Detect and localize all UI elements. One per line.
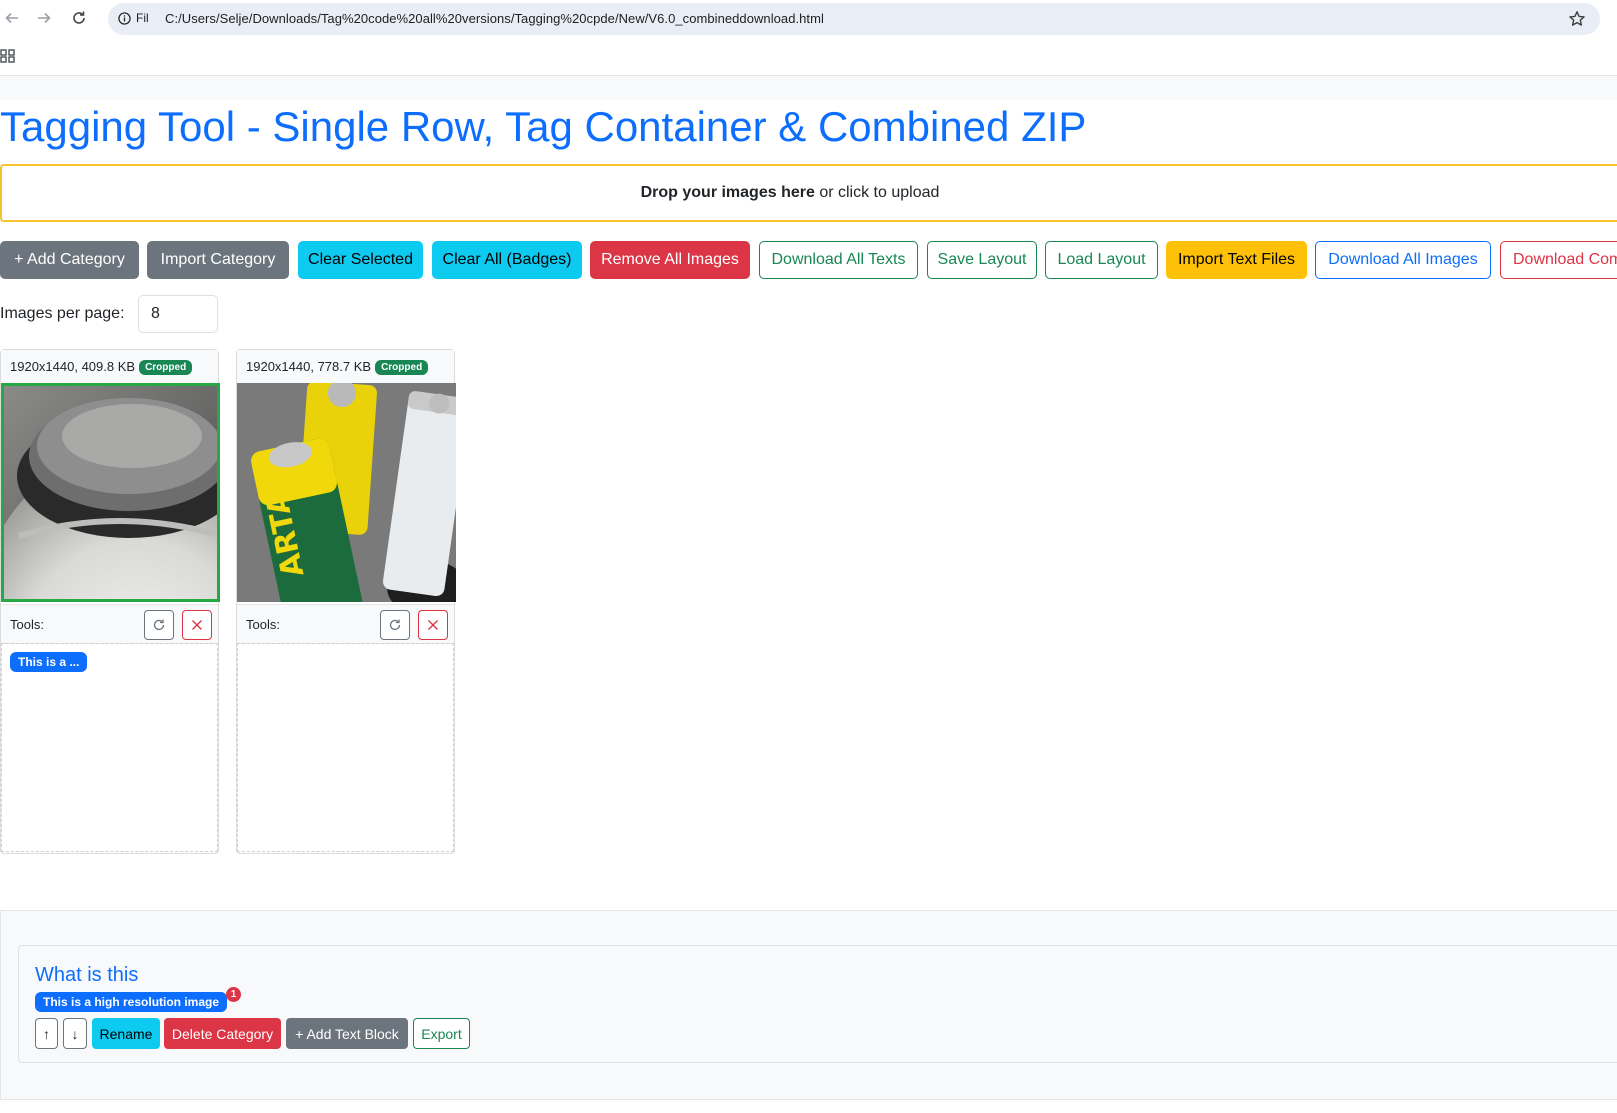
categories-section: What is this This is a high resolution i… bbox=[0, 910, 1617, 1100]
batteries-photo: ARTA bbox=[237, 383, 456, 602]
download-all-texts-button[interactable]: Download All Texts bbox=[759, 241, 918, 279]
save-layout-button[interactable]: Save Layout bbox=[927, 241, 1037, 279]
remove-all-images-button[interactable]: Remove All Images bbox=[590, 241, 750, 279]
bookmark-star-icon[interactable] bbox=[1568, 10, 1586, 28]
image-tag[interactable]: This is a ... bbox=[10, 652, 88, 672]
image-dimensions-size: 1920x1440, 778.7 KB bbox=[246, 359, 372, 374]
image-thumbnail[interactable]: ARTA bbox=[237, 383, 456, 602]
bookmarks-bar bbox=[0, 37, 1617, 76]
reload-button[interactable] bbox=[67, 6, 91, 30]
category-card: What is this This is a high resolution i… bbox=[18, 945, 1617, 1063]
dropzone-rest-text: or click to upload bbox=[814, 184, 940, 201]
tag-usage-count-badge: 1 bbox=[226, 987, 241, 1002]
image-dimensions-size: 1920x1440, 409.8 KB bbox=[10, 359, 136, 374]
reload-icon bbox=[73, 11, 85, 24]
remove-image-button[interactable] bbox=[418, 610, 448, 640]
dropzone-text: Drop your images here or click to upload bbox=[641, 184, 940, 202]
export-category-button[interactable]: Export bbox=[413, 1018, 470, 1049]
category-tag[interactable]: This is a high resolution image bbox=[35, 992, 228, 1012]
image-dropzone[interactable]: Drop your images here or click to upload bbox=[0, 164, 1617, 222]
rename-category-button[interactable]: Rename bbox=[92, 1018, 160, 1049]
close-icon bbox=[192, 620, 202, 630]
cropped-badge: Cropped bbox=[139, 360, 193, 375]
move-down-button[interactable]: ↓ bbox=[63, 1018, 87, 1049]
import-category-button[interactable]: Import Category bbox=[147, 241, 289, 279]
image-card[interactable]: 1920x1440, 778.7 KB Cropped ARTA Tools: bbox=[236, 349, 456, 854]
move-up-button[interactable]: ↑ bbox=[35, 1018, 58, 1049]
add-text-block-button[interactable]: + Add Text Block bbox=[286, 1018, 408, 1049]
browser-toolbar: Fil C:/Users/Selje/Downloads/Tag%20code%… bbox=[0, 0, 1617, 37]
rotate-button[interactable] bbox=[380, 610, 410, 640]
clear-all-badges-button[interactable]: Clear All (Badges) bbox=[432, 241, 582, 279]
image-card-header: 1920x1440, 778.7 KB Cropped bbox=[237, 350, 454, 383]
rotate-icon bbox=[389, 619, 401, 631]
lens-cap-photo bbox=[4, 386, 217, 599]
images-per-page-input[interactable] bbox=[138, 295, 218, 333]
image-thumbnail[interactable] bbox=[1, 383, 220, 602]
tools-label: Tools: bbox=[10, 617, 44, 632]
url-text[interactable]: C:/Users/Selje/Downloads/Tag%20code%20al… bbox=[165, 11, 824, 26]
add-category-button[interactable]: + Add Category bbox=[0, 241, 139, 279]
import-text-files-button[interactable]: Import Text Files bbox=[1166, 241, 1307, 279]
delete-category-button[interactable]: Delete Category bbox=[164, 1018, 281, 1049]
address-bar[interactable]: Fil C:/Users/Selje/Downloads/Tag%20code%… bbox=[108, 3, 1600, 35]
rotate-icon bbox=[153, 619, 165, 631]
tag-container[interactable]: This is a ... bbox=[1, 643, 218, 852]
image-tools-row: Tools: bbox=[237, 604, 454, 644]
download-combined-button[interactable]: Download Com bbox=[1500, 241, 1617, 279]
dropzone-bold-text: Drop your images here bbox=[640, 184, 815, 201]
download-all-images-button[interactable]: Download All Images bbox=[1315, 241, 1491, 279]
load-layout-button[interactable]: Load Layout bbox=[1045, 241, 1158, 279]
url-scheme: Fil bbox=[136, 11, 149, 25]
tools-label: Tools: bbox=[246, 617, 280, 632]
remove-image-button[interactable] bbox=[182, 610, 212, 640]
image-info: 1920x1440, 778.7 KB Cropped bbox=[246, 359, 429, 375]
apps-grid-icon[interactable] bbox=[0, 48, 16, 64]
image-card-header: 1920x1440, 409.8 KB Cropped bbox=[1, 350, 218, 383]
rotate-button[interactable] bbox=[144, 610, 174, 640]
image-info: 1920x1440, 409.8 KB Cropped bbox=[10, 359, 193, 375]
arrow-left-icon bbox=[5, 12, 18, 24]
page-title: Tagging Tool - Single Row, Tag Container… bbox=[0, 103, 1087, 150]
clear-selected-button[interactable]: Clear Selected bbox=[298, 241, 423, 279]
tag-container[interactable] bbox=[237, 643, 454, 852]
image-tools-row: Tools: bbox=[1, 604, 218, 644]
cropped-badge: Cropped bbox=[375, 360, 429, 375]
page-top-strip bbox=[0, 76, 1617, 100]
close-icon bbox=[428, 620, 438, 630]
back-button[interactable] bbox=[0, 6, 24, 30]
images-per-page-label: Images per page: bbox=[0, 305, 125, 322]
info-icon[interactable] bbox=[118, 12, 131, 25]
image-card[interactable]: 1920x1440, 409.8 KB Cropped Tools: This … bbox=[0, 349, 220, 854]
forward-button[interactable] bbox=[32, 6, 56, 30]
category-title: What is this bbox=[35, 964, 139, 986]
arrow-right-icon bbox=[38, 12, 51, 24]
